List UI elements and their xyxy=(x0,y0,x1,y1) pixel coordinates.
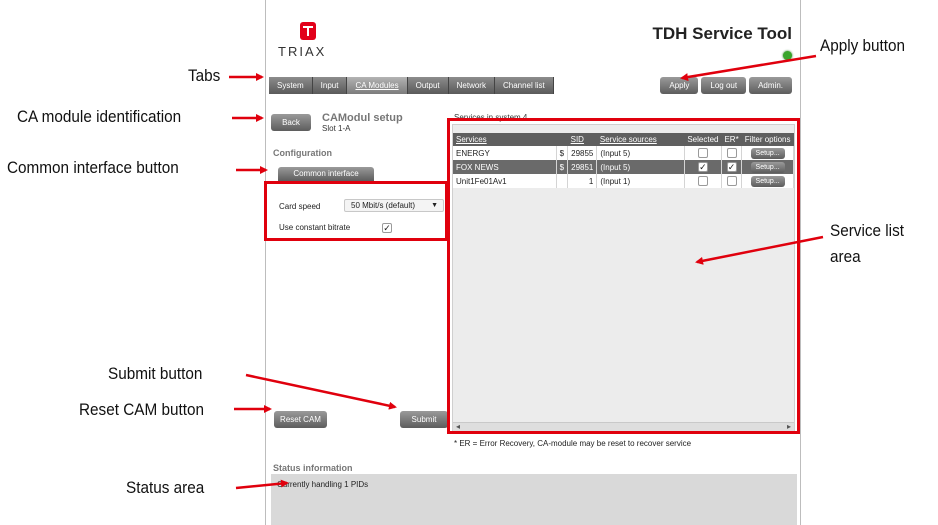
tab-input[interactable]: Input xyxy=(312,77,348,94)
app-title: TDH Service Tool xyxy=(652,24,793,43)
ca-module-slot: Slot 1-A xyxy=(322,124,351,133)
submit-button[interactable]: Submit xyxy=(400,411,448,428)
reset-cam-button[interactable]: Reset CAM xyxy=(274,411,327,428)
annotation-ca-module: CA module identification xyxy=(17,107,182,126)
tab-system[interactable]: System xyxy=(269,77,313,94)
configuration-highlight xyxy=(264,181,448,241)
annotation-submit: Submit button xyxy=(108,364,203,383)
annotation-service-list: Service list xyxy=(830,221,904,240)
admin-button[interactable]: Admin. xyxy=(749,77,792,94)
apply-button[interactable]: Apply xyxy=(660,77,699,94)
status-area: Currently handling 1 PIDs xyxy=(271,474,797,525)
annotation-apply: Apply button xyxy=(820,36,906,55)
annotation-tabs: Tabs xyxy=(188,66,221,85)
tab-output[interactable]: Output xyxy=(407,77,449,94)
annotation-common-interface: Common interface button xyxy=(7,158,179,177)
tab-ca-modules[interactable]: CA Modules xyxy=(347,77,408,94)
connection-status-icon xyxy=(783,51,792,60)
annotation-status-area: Status area xyxy=(126,478,205,497)
tab-bar: System Input CA Modules Output Network C… xyxy=(269,77,554,94)
top-button-group: Apply Log out Admin. xyxy=(660,77,792,94)
tab-channel-list[interactable]: Channel list xyxy=(494,77,554,94)
tab-network[interactable]: Network xyxy=(448,77,495,94)
status-text: Currently handling 1 PIDs xyxy=(277,480,369,489)
er-footnote: * ER = Error Recovery, CA-module may be … xyxy=(454,439,692,448)
annotation-reset-cam: Reset CAM button xyxy=(79,400,205,419)
service-list-highlight xyxy=(447,118,800,434)
triax-logo-icon xyxy=(300,22,316,40)
ca-module-name: CAModul setup xyxy=(322,112,403,124)
back-button[interactable]: Back xyxy=(271,114,311,131)
common-interface-button[interactable]: Common interface xyxy=(278,167,374,181)
configuration-title: Configuration xyxy=(273,148,332,158)
logo-text: TRIAX xyxy=(278,44,327,59)
triax-logo: TRIAX xyxy=(278,22,348,59)
annotation-service-list-area: area xyxy=(830,247,861,266)
logout-button[interactable]: Log out xyxy=(701,77,747,94)
status-title: Status information xyxy=(273,463,353,473)
